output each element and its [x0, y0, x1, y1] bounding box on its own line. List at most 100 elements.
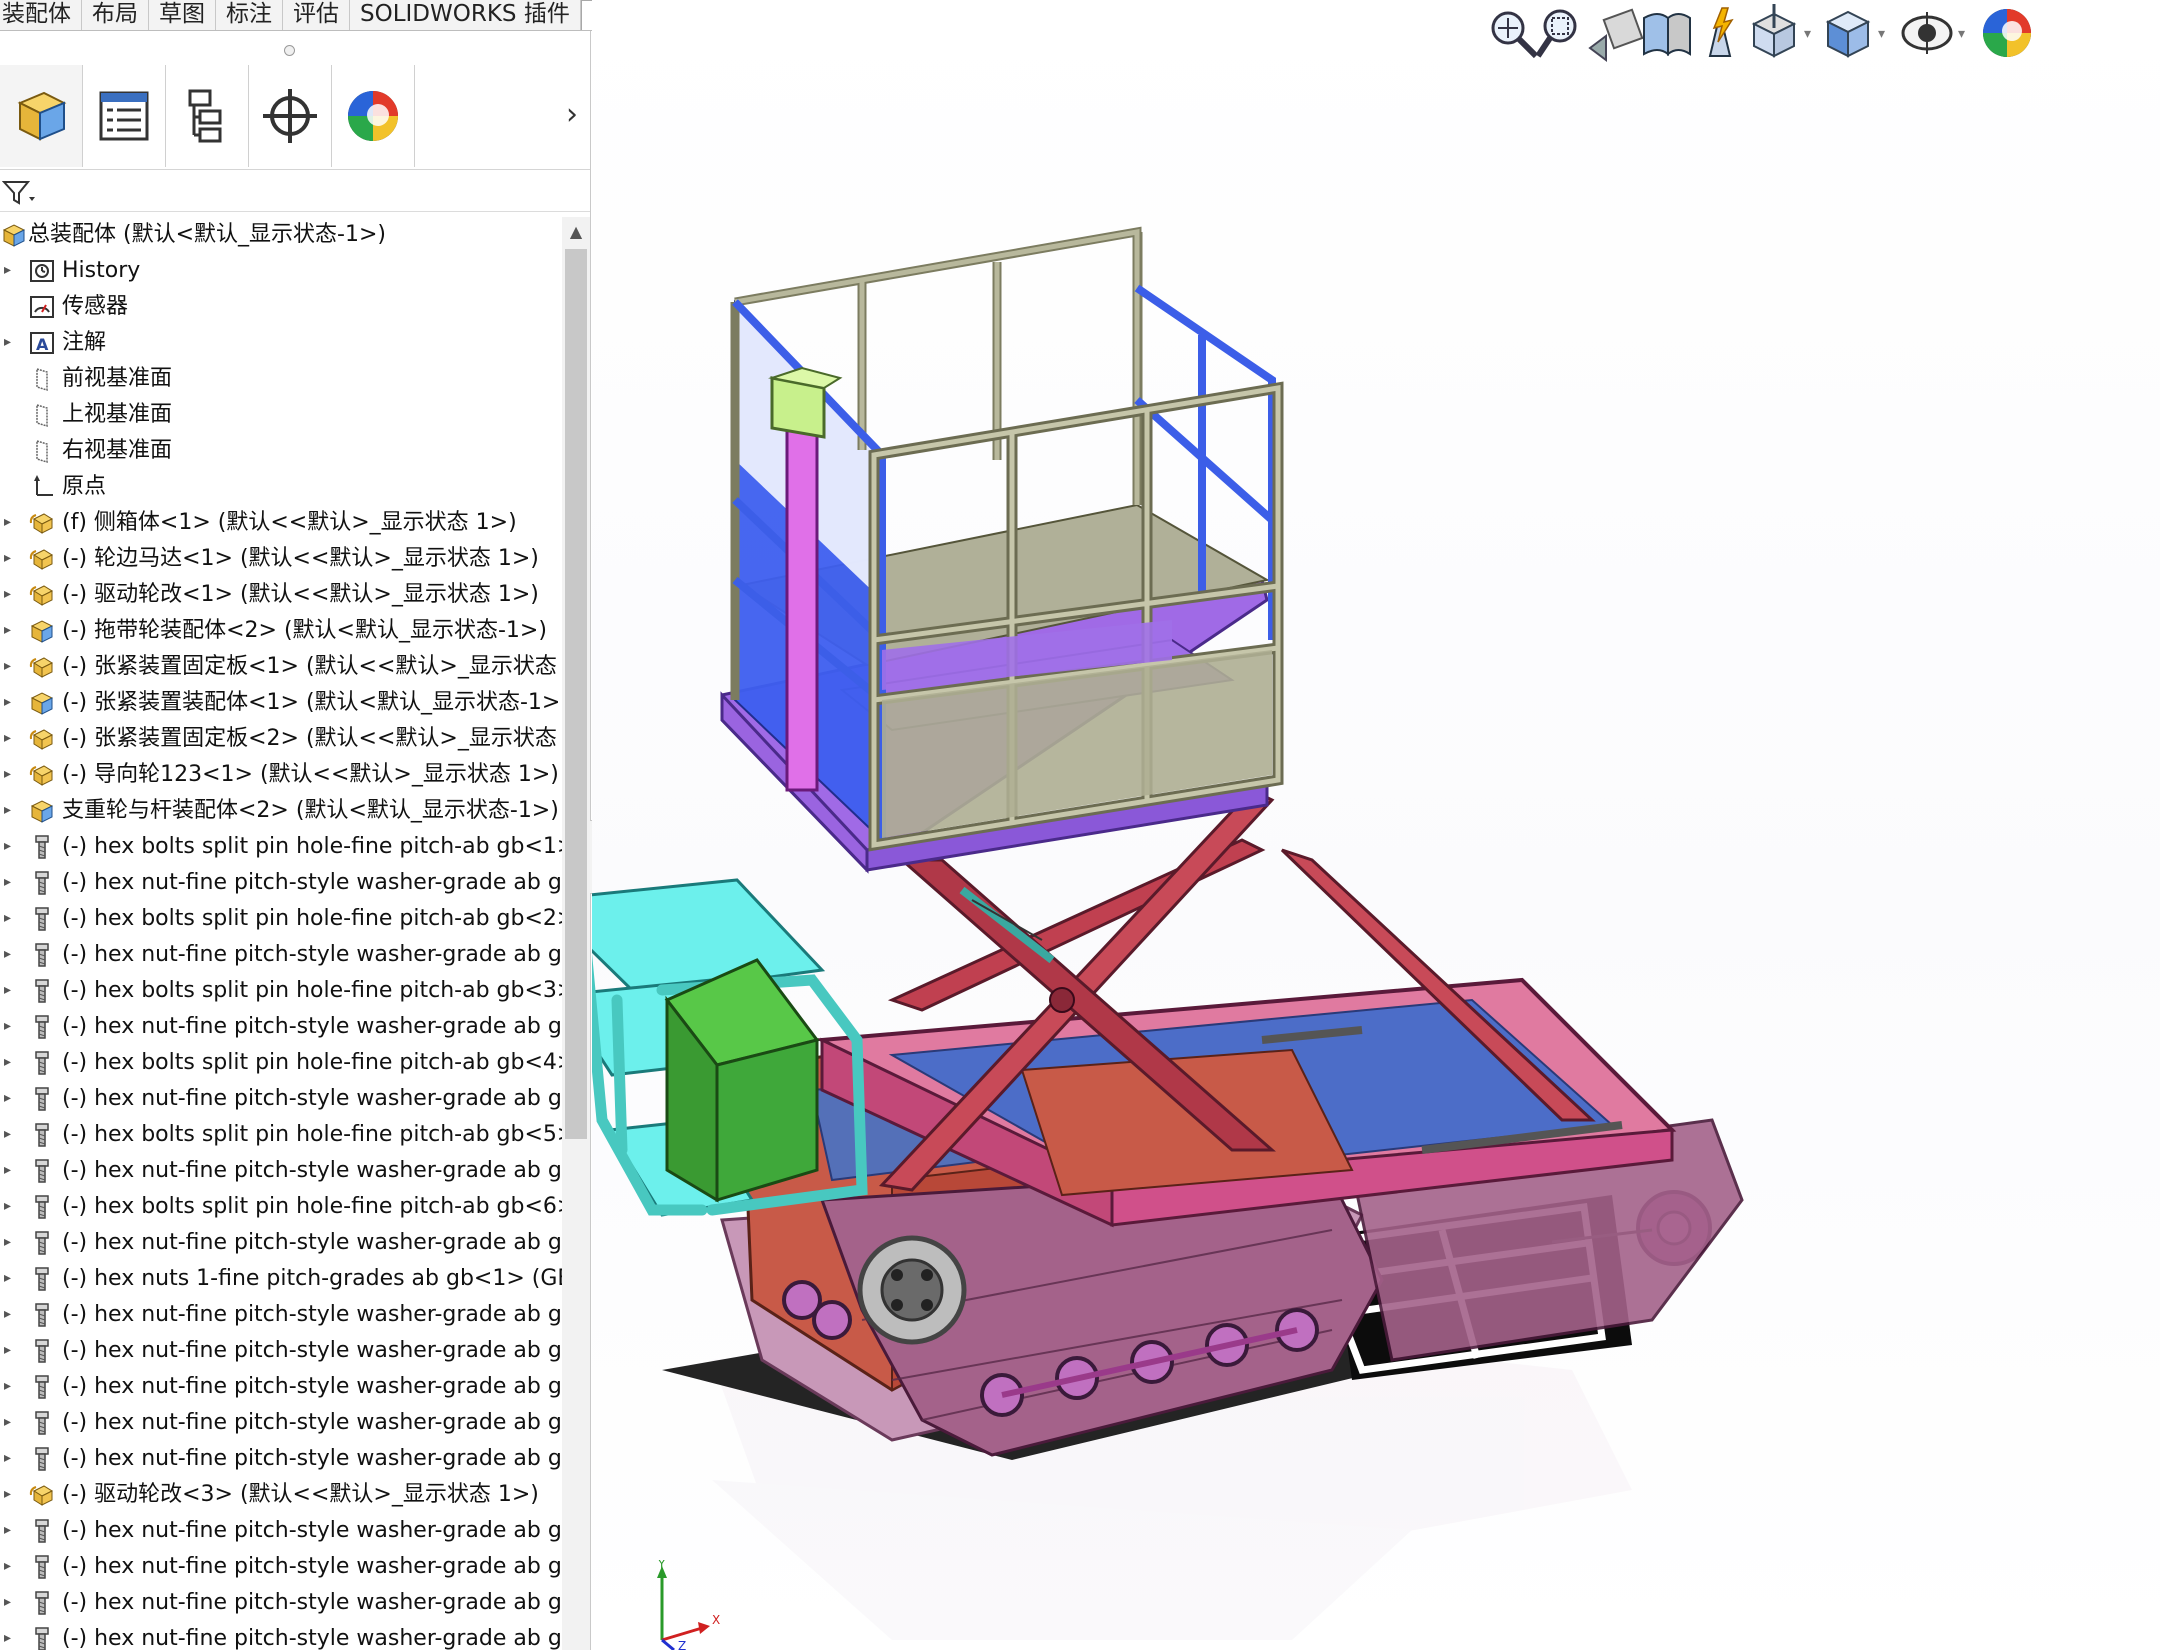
scrollbar-thumb[interactable] — [565, 249, 587, 1139]
tree-item[interactable]: ▸ (-) hex nut-fine pitch-style washer-gra… — [0, 1441, 562, 1477]
annotation-icon: A — [28, 329, 56, 357]
expand-arrow-icon[interactable]: ▸ — [4, 549, 16, 567]
expand-arrow-icon[interactable]: ▸ — [4, 1593, 16, 1611]
tree-item[interactable]: ▸ (-) hex bolts split pin hole-fine pitch… — [0, 1045, 562, 1081]
tree-item[interactable]: ▸ (-) 导向轮123<1> (默认<<默认>_显示状态 1>) — [0, 757, 562, 793]
tree-item-label: (-) 导向轮123<1> (默认<<默认>_显示状态 1>) — [62, 762, 559, 787]
tree-item[interactable]: ▸ (-) hex nut-fine pitch-style washer-gra… — [0, 937, 562, 973]
tree-item[interactable]: ▸ (-) 张紧装置固定板<2> (默认<<默认>_显示状态 1>) — [0, 721, 562, 757]
tree-item[interactable]: ▸ (-) hex nut-fine pitch-style washer-gra… — [0, 1585, 562, 1621]
tree-item[interactable]: ▸ (-) hex bolts split pin hole-fine pitch… — [0, 1189, 562, 1225]
expand-arrow-icon[interactable]: ▸ — [4, 261, 16, 279]
panel-grip-handle[interactable] — [284, 45, 295, 56]
expand-arrow-icon[interactable]: ▸ — [4, 945, 16, 963]
tree-item[interactable]: ▸ (-) hex nut-fine pitch-style washer-gra… — [0, 1369, 562, 1405]
tree-item[interactable]: ▸ (-) hex nut-fine pitch-style washer-gra… — [0, 1549, 562, 1585]
expand-arrow-icon[interactable]: ▸ — [4, 1089, 16, 1107]
expand-arrow-icon[interactable]: ▸ — [4, 1305, 16, 1323]
dimxpert-tab[interactable] — [249, 65, 332, 167]
expand-arrow-icon[interactable]: ▸ — [4, 981, 16, 999]
expand-arrow-icon[interactable]: ▸ — [4, 621, 16, 639]
tree-item[interactable]: ▸ 支重轮与杆装配体<2> (默认<默认_显示状态-1>) — [0, 793, 562, 829]
tree-item[interactable]: ▸ (-) 张紧装置装配体<1> (默认<默认_显示状态-1>) — [0, 685, 562, 721]
expand-arrow-icon[interactable]: ▸ — [4, 1485, 16, 1503]
expand-arrow-icon[interactable]: ▸ — [4, 1629, 16, 1647]
tree-item[interactable]: ▸ (-) hex bolts split pin hole-fine pitch… — [0, 829, 562, 865]
bolt-icon — [28, 941, 56, 969]
expand-arrow-icon[interactable]: ▸ — [4, 513, 16, 531]
expand-arrow-icon[interactable]: ▸ — [4, 333, 16, 351]
expand-arrow-icon[interactable]: ▸ — [4, 1233, 16, 1251]
tree-item[interactable]: ▸ (-) 驱动轮改<1> (默认<<默认>_显示状态 1>) — [0, 577, 562, 613]
expand-arrow-icon[interactable]: ▸ — [4, 1017, 16, 1035]
expand-arrow-icon[interactable]: ▸ — [4, 729, 16, 747]
tree-item[interactable]: 传感器 — [0, 289, 562, 325]
expand-arrow-icon[interactable]: ▸ — [4, 873, 16, 891]
more-tabs-chevron-icon[interactable]: › — [560, 95, 584, 135]
command-tab[interactable]: SOLIDWORKS 插件 — [350, 0, 581, 30]
expand-arrow-icon[interactable]: ▸ — [4, 693, 16, 711]
graphics-area[interactable]: ▾ ▾ ▾ Y X Z — [592, 0, 2160, 1650]
expand-arrow-icon[interactable]: ▸ — [4, 909, 16, 927]
expand-arrow-icon[interactable]: ▸ — [4, 1125, 16, 1143]
part-icon — [28, 761, 56, 789]
expand-arrow-icon[interactable]: ▸ — [4, 1413, 16, 1431]
command-tab[interactable]: 布局 — [82, 0, 149, 30]
tree-item[interactable]: ▸ (-) hex bolts split pin hole-fine pitch… — [0, 973, 562, 1009]
tree-item[interactable]: ▸ (-) 轮边马达<1> (默认<<默认>_显示状态 1>) — [0, 541, 562, 577]
tree-scrollbar[interactable]: ▲ — [562, 217, 590, 1650]
tree-item[interactable]: 前视基准面 — [0, 361, 562, 397]
expand-arrow-icon[interactable]: ▸ — [4, 1269, 16, 1287]
configurationmanager-tab[interactable] — [166, 65, 249, 167]
tree-item[interactable]: ▸ (-) hex nut-fine pitch-style washer-gra… — [0, 1153, 562, 1189]
bolt-icon — [28, 1121, 56, 1149]
tree-item[interactable]: 右视基准面 — [0, 433, 562, 469]
tree-item[interactable]: ▸ (-) hex bolts split pin hole-fine pitch… — [0, 1117, 562, 1153]
tree-item[interactable]: ▸ (-) 拖带轮装配体<2> (默认<默认_显示状态-1>) — [0, 613, 562, 649]
tree-item[interactable]: ▸ (-) hex nut-fine pitch-style washer-gra… — [0, 1225, 562, 1261]
tree-root-assembly[interactable]: 总装配体 (默认<默认_显示状态-1>) — [0, 217, 562, 253]
expand-arrow-icon[interactable]: ▸ — [4, 1341, 16, 1359]
tree-item[interactable]: ▸ (-) 张紧装置固定板<1> (默认<<默认>_显示状态 1>) — [0, 649, 562, 685]
expand-arrow-icon[interactable]: ▸ — [4, 1557, 16, 1575]
tree-item[interactable]: ▸ (-) hex nut-fine pitch-style washer-gra… — [0, 1297, 562, 1333]
expand-arrow-icon[interactable]: ▸ — [4, 1053, 16, 1071]
assembly-model-render[interactable] — [592, 0, 2160, 1650]
expand-arrow-icon[interactable]: ▸ — [4, 1197, 16, 1215]
tree-item-label: (-) hex nut-fine pitch-style washer-grad… — [62, 1158, 562, 1183]
expand-arrow-icon[interactable]: ▸ — [4, 585, 16, 603]
tree-item[interactable]: ▸ History — [0, 253, 562, 289]
tree-item[interactable]: ▸ (f) 侧箱体<1> (默认<<默认>_显示状态 1>) — [0, 505, 562, 541]
expand-arrow-icon[interactable]: ▸ — [4, 1521, 16, 1539]
tree-item[interactable]: ▸ (-) hex nut-fine pitch-style washer-gra… — [0, 1081, 562, 1117]
tree-item[interactable]: ▸ (-) hex nut-fine pitch-style washer-gra… — [0, 1405, 562, 1441]
tree-item[interactable]: ▸ A 注解 — [0, 325, 562, 361]
expand-arrow-icon[interactable]: ▸ — [4, 837, 16, 855]
tree-item[interactable]: ▸ (-) hex nut-fine pitch-style washer-gra… — [0, 865, 562, 901]
command-tab[interactable]: 标注 — [216, 0, 283, 30]
expand-arrow-icon[interactable]: ▸ — [4, 1161, 16, 1179]
expand-arrow-icon[interactable]: ▸ — [4, 657, 16, 675]
expand-arrow-icon[interactable]: ▸ — [4, 765, 16, 783]
tree-item[interactable]: 上视基准面 — [0, 397, 562, 433]
propertymanager-tab[interactable] — [83, 65, 166, 167]
tree-item[interactable]: ▸ (-) hex nut-fine pitch-style washer-gra… — [0, 1333, 562, 1369]
display-manager-tab[interactable] — [332, 65, 415, 167]
tree-item[interactable]: ▸ (-) hex nut-fine pitch-style washer-gra… — [0, 1621, 562, 1650]
scroll-up-arrow-icon[interactable]: ▲ — [562, 217, 590, 247]
command-tab[interactable]: 装配体 — [0, 0, 82, 30]
tree-item[interactable]: ▸ (-) 驱动轮改<3> (默认<<默认>_显示状态 1>) — [0, 1477, 562, 1513]
tree-item[interactable]: ▸ (-) hex nut-fine pitch-style washer-gra… — [0, 1513, 562, 1549]
command-tab[interactable]: 评估 — [283, 0, 350, 30]
sensor-icon — [28, 293, 56, 321]
tree-item[interactable]: ▸ (-) hex nuts 1-fine pitch-grades ab gb<… — [0, 1261, 562, 1297]
filter-icon[interactable] — [2, 179, 36, 207]
expand-arrow-icon[interactable]: ▸ — [4, 801, 16, 819]
command-tab[interactable]: 草图 — [149, 0, 216, 30]
tree-item[interactable]: ▸ (-) hex bolts split pin hole-fine pitch… — [0, 901, 562, 937]
featuremanager-tab[interactable] — [0, 65, 83, 167]
tree-item[interactable]: 原点 — [0, 469, 562, 505]
tree-item[interactable]: ▸ (-) hex nut-fine pitch-style washer-gra… — [0, 1009, 562, 1045]
expand-arrow-icon[interactable]: ▸ — [4, 1449, 16, 1467]
expand-arrow-icon[interactable]: ▸ — [4, 1377, 16, 1395]
